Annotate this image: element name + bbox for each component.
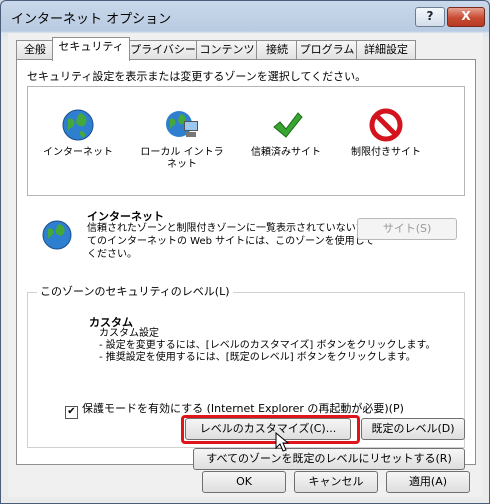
mouse-cursor-icon xyxy=(275,432,289,452)
protected-mode-checkbox[interactable]: ✔ xyxy=(65,406,78,419)
zone-internet-label: インターネット xyxy=(43,147,113,158)
customize-level-button[interactable]: レベルのカスタマイズ(C)... xyxy=(185,418,351,440)
tab-connections[interactable]: 接続 xyxy=(256,40,298,60)
zone-restricted-sites[interactable]: 制限付きサイト xyxy=(340,107,432,159)
ok-button[interactable]: OK xyxy=(202,471,286,493)
green-check-icon xyxy=(268,107,304,143)
selected-zone-globe-icon xyxy=(39,217,75,253)
protected-mode-label: 保護モードを有効にする (Internet Explorer の再起動が必要)(… xyxy=(82,402,404,415)
zone-instruction: セキュリティ設定を表示または変更するゾーンを選択してください。 xyxy=(27,70,367,83)
security-level-details: カスタム設定 - 設定を変更するには、[レベルのカスタマイズ] ボタンをクリック… xyxy=(99,328,435,364)
close-button[interactable]: X xyxy=(447,7,485,27)
level-detail-line: - 設定を変更するには、[レベルのカスタマイズ] ボタンをクリックします。 xyxy=(99,340,436,351)
zone-local-intranet[interactable]: ローカル イントラネット xyxy=(136,107,228,171)
zone-trusted-sites-label: 信頼済みサイト xyxy=(251,147,321,158)
default-level-button[interactable]: 既定のレベル(D) xyxy=(361,418,465,440)
window-title: インターネット オプション xyxy=(11,12,172,27)
tab-advanced[interactable]: 詳細設定 xyxy=(356,40,416,60)
tab-security[interactable]: セキュリティ xyxy=(52,37,130,61)
level-detail-line: - 推奨設定を使用するには、[既定のレベル] ボタンをクリックします。 xyxy=(99,352,416,363)
globe-icon xyxy=(60,107,96,143)
tab-content[interactable]: コンテンツ xyxy=(196,40,258,60)
security-level-group-title: このゾーンのセキュリティのレベル(L) xyxy=(37,283,233,299)
help-button[interactable]: ? xyxy=(415,7,445,27)
selected-zone-description: 信頼されたゾーンと制限付きゾーンに一覧表示されていないすべてのインターネットの … xyxy=(87,223,375,260)
title-bar[interactable]: インターネット オプション ? X xyxy=(1,1,489,31)
intranet-globe-icon xyxy=(164,107,200,143)
zone-local-intranet-label: ローカル イントラネット xyxy=(140,147,224,170)
dialog-window: インターネット オプション ? X 全般 セキュリティ プライバシー コンテンツ… xyxy=(0,0,490,504)
tab-general[interactable]: 全般 xyxy=(16,40,54,60)
security-tab-panel: セキュリティ設定を表示または変更するゾーンを選択してください。 インターネット … xyxy=(16,59,476,470)
zone-trusted-sites[interactable]: 信頼済みサイト xyxy=(240,107,332,159)
dialog-client-area: 全般 セキュリティ プライバシー コンテンツ 接続 プログラム 詳細設定 セキュ… xyxy=(8,33,483,497)
tab-programs[interactable]: プログラム xyxy=(296,40,358,60)
zone-list: インターネット ローカル イントラネット 信頼済みサイト 制限付きサイト xyxy=(27,86,465,196)
red-stop-icon xyxy=(368,107,404,143)
apply-button[interactable]: 適用(A) xyxy=(386,471,470,493)
cancel-button[interactable]: キャンセル xyxy=(294,471,378,493)
tab-privacy[interactable]: プライバシー xyxy=(128,40,198,60)
zone-restricted-sites-label: 制限付きサイト xyxy=(351,147,421,158)
reset-all-zones-button[interactable]: すべてのゾーンを既定のレベルにリセットする(R) xyxy=(193,448,465,470)
sites-button[interactable]: サイト(S) xyxy=(357,218,457,240)
zone-internet[interactable]: インターネット xyxy=(32,107,124,159)
level-detail-line: カスタム設定 xyxy=(99,328,159,339)
